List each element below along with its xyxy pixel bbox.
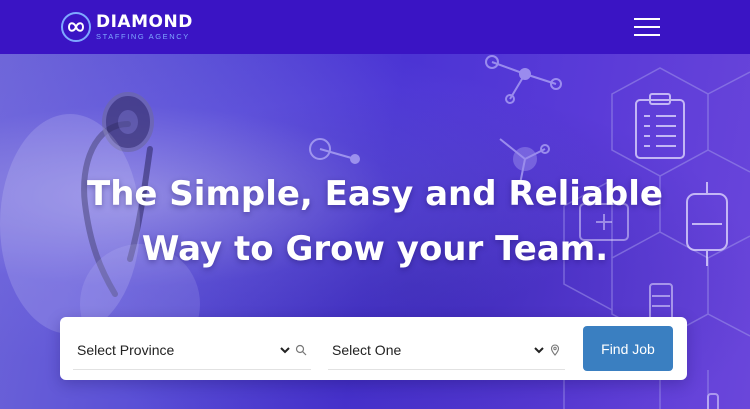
category-select-value: Select One <box>332 341 402 358</box>
job-search-form: Select Province Select One Find Job <box>60 317 687 380</box>
province-select[interactable]: Select Province <box>73 330 311 370</box>
brand-logo[interactable]: DIAMOND STAFFING AGENCY <box>60 10 193 44</box>
brand-name: DIAMOND <box>96 11 193 32</box>
chevron-down-icon <box>534 346 544 353</box>
search-icon <box>295 344 307 355</box>
hero-headline-line2: Way to Grow your Team. <box>141 229 609 269</box>
category-select[interactable]: Select One <box>328 330 565 370</box>
find-job-button[interactable]: Find Job <box>583 326 673 371</box>
province-select-value: Select Province <box>77 341 175 358</box>
brand-tagline: STAFFING AGENCY <box>96 31 190 41</box>
diamond-logo-icon <box>61 12 91 42</box>
chevron-down-icon <box>280 346 290 353</box>
clipboard-graphic <box>635 93 685 159</box>
hero-headline-line1: The Simple, Easy and Reliable <box>87 174 663 214</box>
top-navbar: DIAMOND STAFFING AGENCY <box>0 0 750 54</box>
molecule-graphic <box>309 55 562 185</box>
brand-text: DIAMOND STAFFING AGENCY <box>96 11 193 41</box>
hamburger-menu-icon[interactable] <box>634 16 660 38</box>
map-pin-icon <box>550 343 560 356</box>
